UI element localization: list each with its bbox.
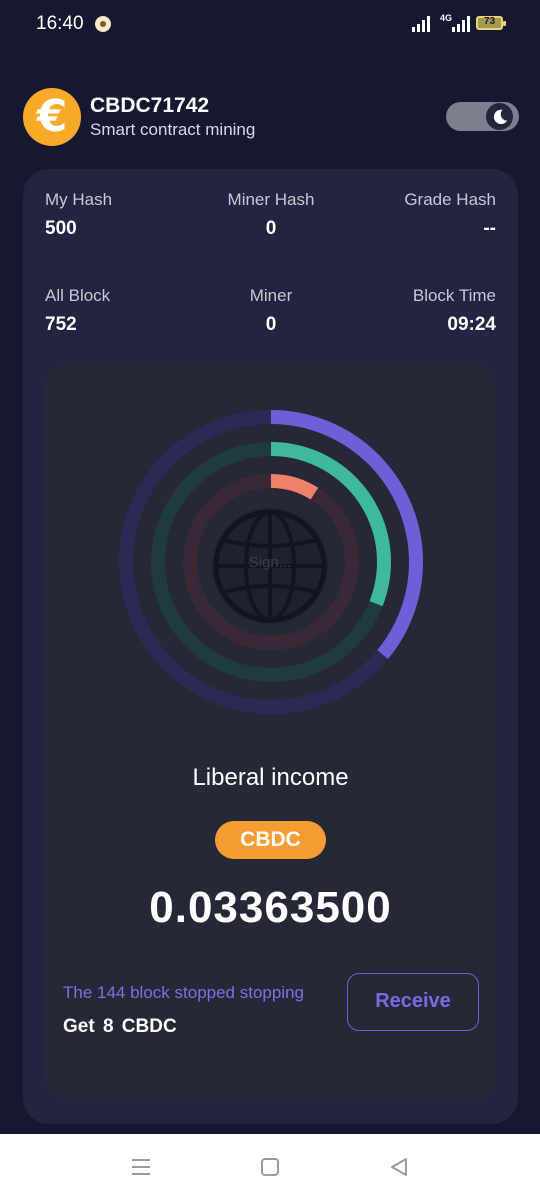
back-icon[interactable] [386, 1154, 412, 1180]
network-label: 4G [440, 13, 453, 23]
signal-4g-icon [452, 15, 470, 32]
battery-level: 73 [483, 16, 496, 27]
stat-grade-hash: Grade Hash -- [404, 190, 496, 240]
stat-all-block: All Block 752 [45, 286, 110, 336]
stat-label: Miner [249, 286, 293, 305]
reward-line: Get 8 CBDC [63, 1016, 177, 1037]
stat-value: 09:24 [447, 314, 496, 335]
euro-coin-icon: € [23, 88, 81, 146]
battery-icon: 73 [476, 16, 506, 30]
stat-miner: Miner 0 [250, 286, 293, 336]
income-value: 0.03363500 [149, 883, 392, 932]
stat-label: Grade Hash [404, 190, 496, 209]
coin-badge: CBDC [215, 821, 326, 859]
stat-value: 752 [45, 314, 77, 335]
stat-label: My Hash [45, 190, 113, 209]
stat-block-time: Block Time 09:24 [413, 286, 496, 336]
mining-panel: Sign... Liberal income CBDC 0.03363500 T… [45, 361, 496, 1103]
signal-icon [412, 15, 430, 32]
logo-glyph: € [36, 91, 68, 142]
stat-value: 0 [265, 314, 277, 335]
stat-miner-hash: Miner Hash 0 [228, 190, 315, 240]
stat-label: Miner Hash [227, 190, 315, 209]
moon-icon [493, 109, 507, 124]
stat-value: 0 [265, 218, 277, 239]
stat-my-hash: My Hash 500 [45, 190, 112, 240]
app-title: CBDC71742 [90, 94, 210, 117]
notification-icon [95, 16, 111, 32]
stat-label: Block Time [412, 286, 496, 305]
menu-icon[interactable] [128, 1154, 154, 1180]
nav-bar [0, 1134, 540, 1200]
home-icon[interactable] [257, 1154, 283, 1180]
sign-label: Sign... [248, 554, 292, 571]
status-bar: 16:40 4G 73 [0, 0, 540, 48]
screen: 16:40 4G 73 € CBDC71742 Smart contract m… [0, 0, 540, 1200]
block-note: The 144 block stopped stopping [63, 983, 305, 1002]
toggle-knob [486, 103, 513, 130]
stat-value: -- [483, 218, 496, 239]
theme-toggle[interactable] [446, 102, 519, 131]
receive-button[interactable]: Receive [347, 973, 479, 1031]
app-subtitle: Smart contract mining [90, 120, 256, 139]
income-title: Liberal income [192, 764, 349, 791]
stat-label: All Block [45, 286, 111, 305]
status-time: 16:40 [36, 13, 84, 34]
main-card: My Hash 500 Miner Hash 0 Grade Hash -- A… [23, 169, 518, 1124]
stat-value: 500 [45, 218, 77, 239]
